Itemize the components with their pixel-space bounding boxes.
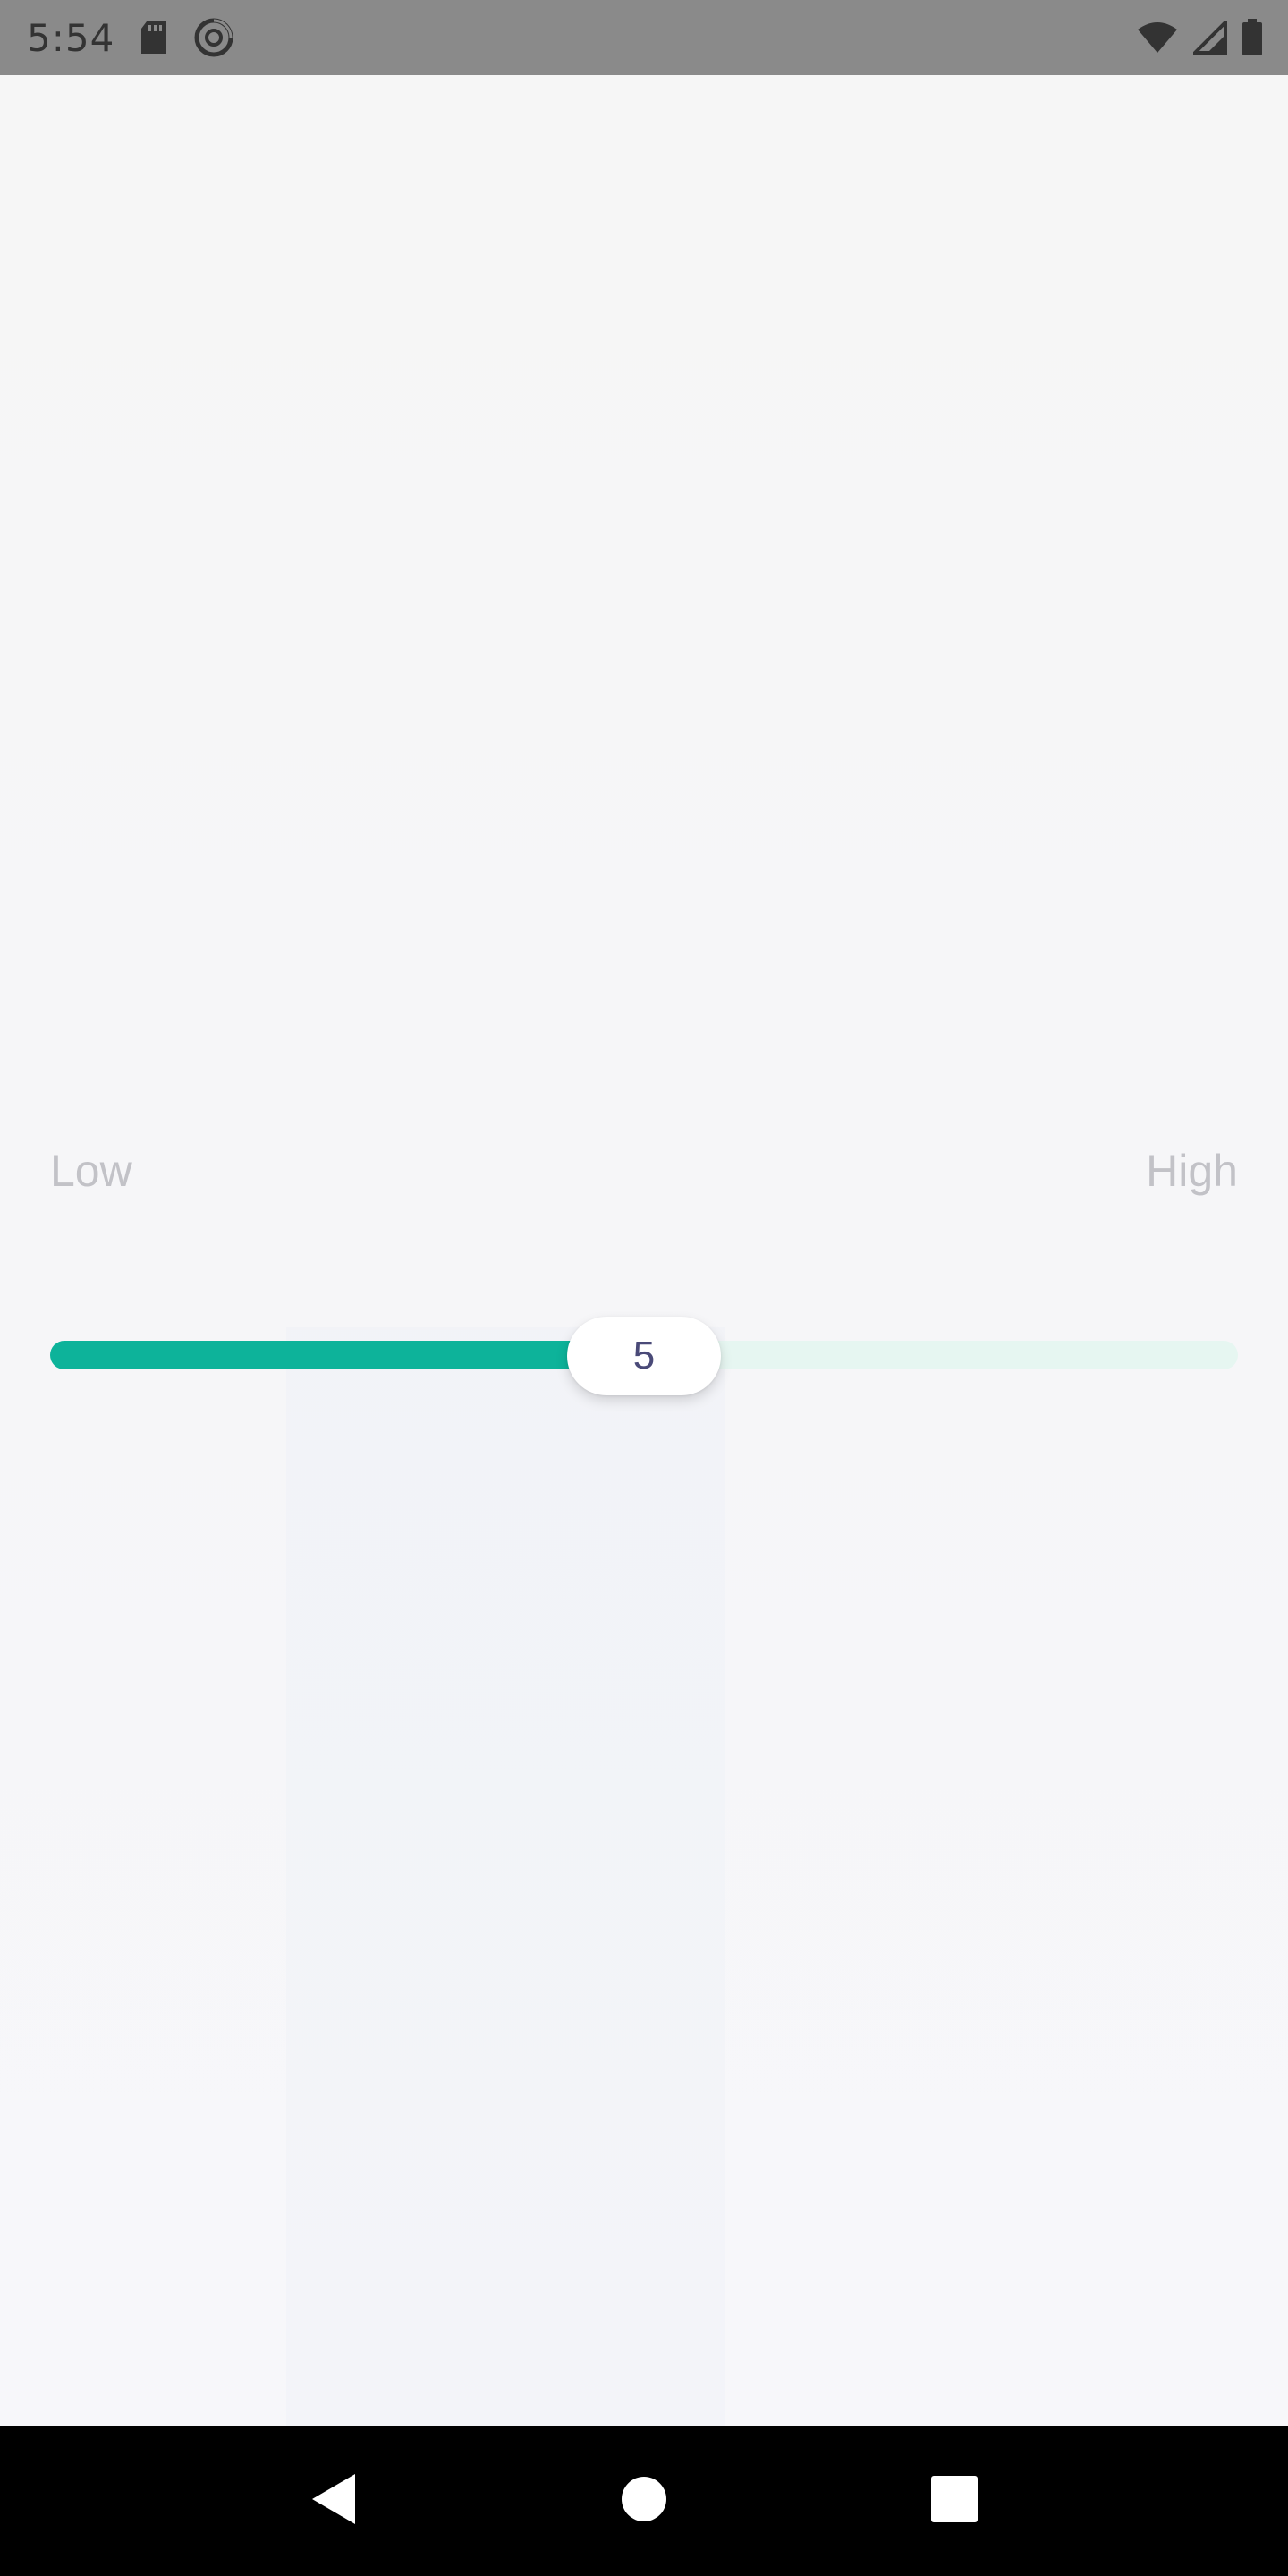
sync-icon bbox=[193, 17, 234, 58]
slider-thumb[interactable]: 5 bbox=[567, 1317, 721, 1395]
app-screen: 5:54 Low High 5 bbox=[0, 0, 1288, 2576]
back-button[interactable] bbox=[298, 2465, 369, 2537]
background-shade bbox=[286, 1327, 724, 2426]
status-bar: 5:54 bbox=[0, 0, 1288, 75]
main-content: Low High 5 bbox=[0, 75, 1288, 2426]
signal-icon bbox=[1193, 21, 1227, 55]
back-icon bbox=[309, 2472, 359, 2530]
sd-card-icon bbox=[138, 20, 170, 55]
value-slider[interactable]: 5 bbox=[50, 1309, 1238, 1399]
status-right bbox=[1136, 0, 1263, 75]
low-label: Low bbox=[50, 1146, 132, 1196]
status-left: 5:54 bbox=[27, 0, 234, 75]
battery-icon bbox=[1241, 19, 1263, 56]
slider-fill bbox=[50, 1341, 644, 1369]
navigation-bar bbox=[0, 2426, 1288, 2576]
wifi-icon bbox=[1136, 21, 1179, 55]
high-label: High bbox=[1146, 1146, 1238, 1196]
recents-icon bbox=[930, 2475, 978, 2527]
status-time: 5:54 bbox=[27, 15, 115, 60]
home-icon bbox=[621, 2476, 667, 2527]
home-button[interactable] bbox=[608, 2465, 680, 2537]
recents-button[interactable] bbox=[919, 2465, 990, 2537]
